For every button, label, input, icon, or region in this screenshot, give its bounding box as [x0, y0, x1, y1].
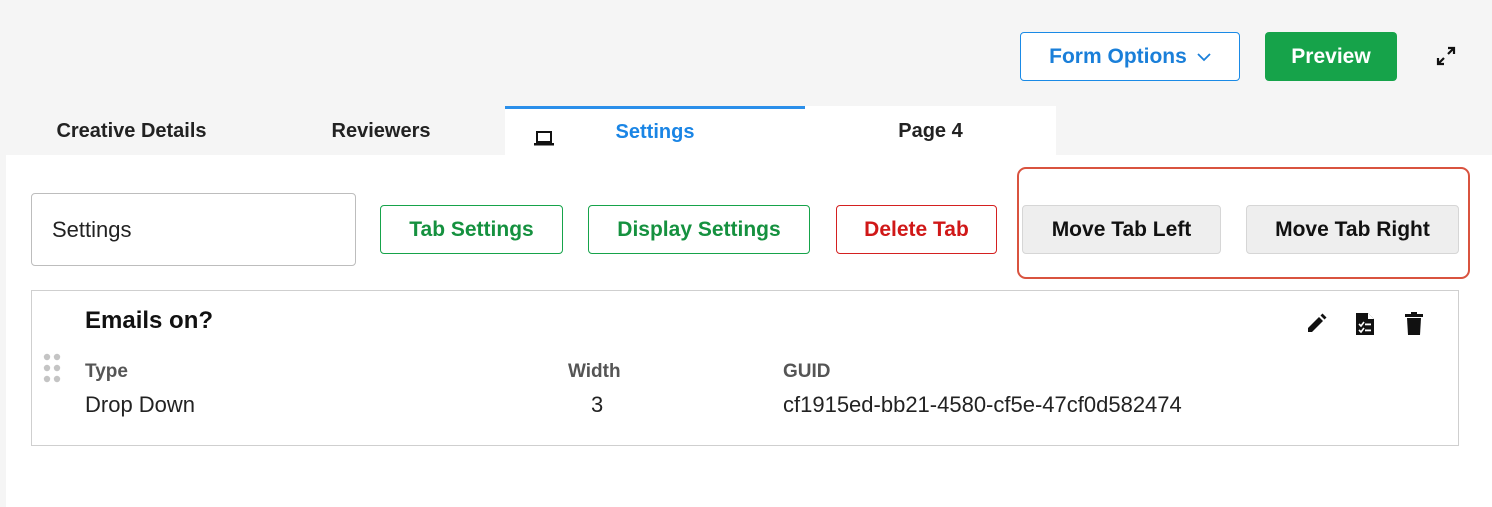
tab-name-input[interactable] — [31, 193, 356, 266]
delete-tab-label: Delete Tab — [864, 217, 969, 241]
trash-icon[interactable] — [1402, 311, 1426, 337]
width-value: 3 — [591, 392, 604, 417]
tab-label: Reviewers — [331, 119, 431, 142]
tab-settings-button[interactable]: Tab Settings — [380, 205, 563, 254]
field-title: Emails on? — [85, 307, 214, 334]
width-label: Width — [568, 361, 621, 382]
tab-label: Settings — [615, 121, 695, 143]
tab-label: Page 4 — [898, 119, 963, 142]
drag-handle-icon[interactable] — [42, 353, 62, 388]
field-card: Emails on? Type Drop Down Width 3 GUID c… — [31, 290, 1459, 446]
pencil-icon[interactable] — [1304, 311, 1328, 337]
display-settings-label: Display Settings — [617, 217, 781, 241]
tab-page-4[interactable]: Page 4 — [805, 106, 1056, 156]
form-options-label: Form Options — [1049, 44, 1187, 68]
tab-settings[interactable]: Settings — [505, 106, 805, 156]
form-options-dropdown[interactable]: Form Options — [1020, 32, 1240, 81]
chevron-down-icon — [1197, 52, 1211, 62]
move-tab-right-label: Move Tab Right — [1275, 217, 1430, 241]
tab-settings-label: Tab Settings — [409, 217, 534, 241]
tab-label: Creative Details — [56, 119, 207, 142]
laptop-icon — [533, 129, 555, 153]
preview-button[interactable]: Preview — [1265, 32, 1397, 81]
guid-value: cf1915ed-bb21-4580-cf5e-47cf0d582474 — [783, 392, 1182, 417]
tab-reviewers[interactable]: Reviewers — [257, 106, 505, 156]
display-settings-button[interactable]: Display Settings — [588, 205, 810, 254]
delete-tab-button[interactable]: Delete Tab — [836, 205, 997, 254]
move-tab-left-button[interactable]: Move Tab Left — [1022, 205, 1221, 254]
move-tab-left-label: Move Tab Left — [1051, 217, 1192, 241]
preview-label: Preview — [1291, 44, 1371, 68]
expand-icon[interactable] — [1432, 42, 1460, 70]
tab-creative-details[interactable]: Creative Details — [6, 106, 257, 156]
type-value: Drop Down — [85, 392, 196, 417]
document-checklist-icon[interactable] — [1353, 311, 1377, 337]
move-tab-right-button[interactable]: Move Tab Right — [1246, 205, 1459, 254]
guid-label: GUID — [783, 361, 831, 382]
type-label: Type — [85, 361, 128, 382]
